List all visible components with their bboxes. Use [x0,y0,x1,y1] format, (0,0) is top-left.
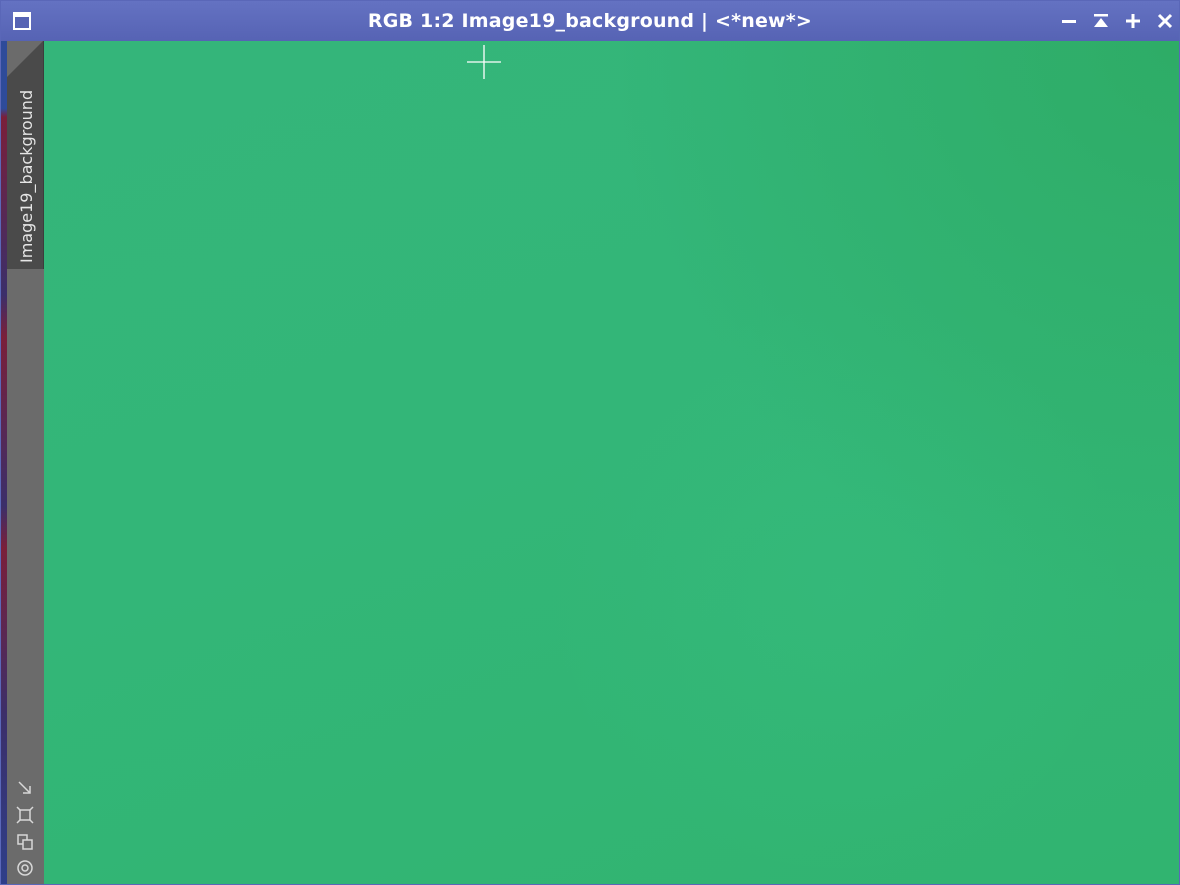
resize-arrow-icon[interactable] [16,779,34,797]
shade-button[interactable] [1091,11,1111,31]
image-canvas[interactable] [44,41,1179,884]
view-identifier-tab[interactable]: Image19_background [7,41,44,269]
title-bar[interactable]: RGB 1:2 Image19_background | <*new*> [1,1,1179,41]
plus-icon [1126,14,1140,28]
view-identifier-label: Image19_background [17,89,36,263]
maximize-button[interactable] [1123,11,1143,31]
crosshair-cursor-icon [467,45,501,79]
clone-icon[interactable] [16,833,34,851]
target-icon[interactable] [16,859,34,877]
fit-frame-icon[interactable] [16,806,34,824]
close-icon [1157,13,1173,29]
close-button[interactable] [1155,11,1175,31]
shade-icon [1094,14,1108,27]
window-title: RGB 1:2 Image19_background | <*new*> [367,10,813,32]
minimize-icon [1062,20,1076,23]
minimize-button[interactable] [1059,11,1079,31]
view-side-panel: Image19_background [7,41,44,884]
image-window: RGB 1:2 Image19_background | <*new*> Ima… [0,0,1180,885]
